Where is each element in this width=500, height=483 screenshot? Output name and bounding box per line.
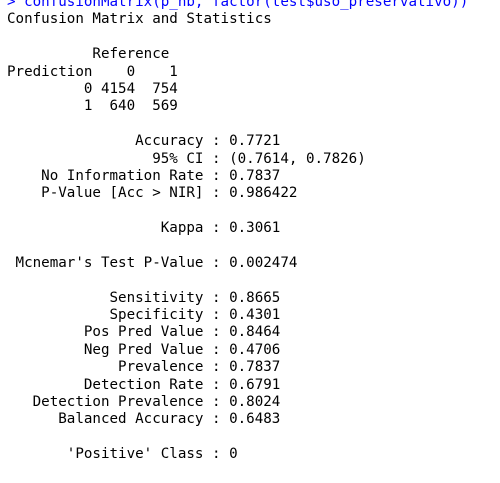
output-line: Prediction 0 1 [7,63,178,80]
output-line: Neg Pred Value : 0.4706 [7,341,281,358]
output-line: Kappa : 0.3061 [7,220,281,237]
output-block: Confusion Matrix and Statistics Referenc… [0,11,500,483]
output-line: Detection Prevalence : 0.8024 [7,393,281,410]
output-line: Specificity : 0.4301 [7,307,281,324]
output-line: 'Positive' Class : 0 [7,446,238,463]
output-line: 1 640 569 [7,98,178,115]
output-line: No Information Rate : 0.7837 [7,167,281,184]
output-line: Sensitivity : 0.8665 [7,289,281,306]
output-line: Mcnemar's Test P-Value : 0.002474 [7,254,298,271]
output-line: 95% CI : (0.7614, 0.7826) [7,150,366,167]
output-line: Balanced Accuracy : 0.6483 [7,411,281,428]
output-line: P-Value [Acc > NIR] : 0.986422 [7,185,298,202]
output-line: Confusion Matrix and Statistics [7,11,272,28]
output-line: Pos Pred Value : 0.8464 [7,324,281,341]
r-console-output[interactable]: > confusionMatrix(p_nb, factor(test$uso_… [0,0,500,483]
output-line: Detection Rate : 0.6791 [7,376,281,393]
output-line: 0 4154 754 [7,80,178,97]
output-line: Accuracy : 0.7721 [7,133,281,150]
output-line: Reference [7,46,170,63]
output-line: Prevalence : 0.7837 [7,359,281,376]
command-line: > confusionMatrix(p_nb, factor(test$uso_… [7,0,469,10]
